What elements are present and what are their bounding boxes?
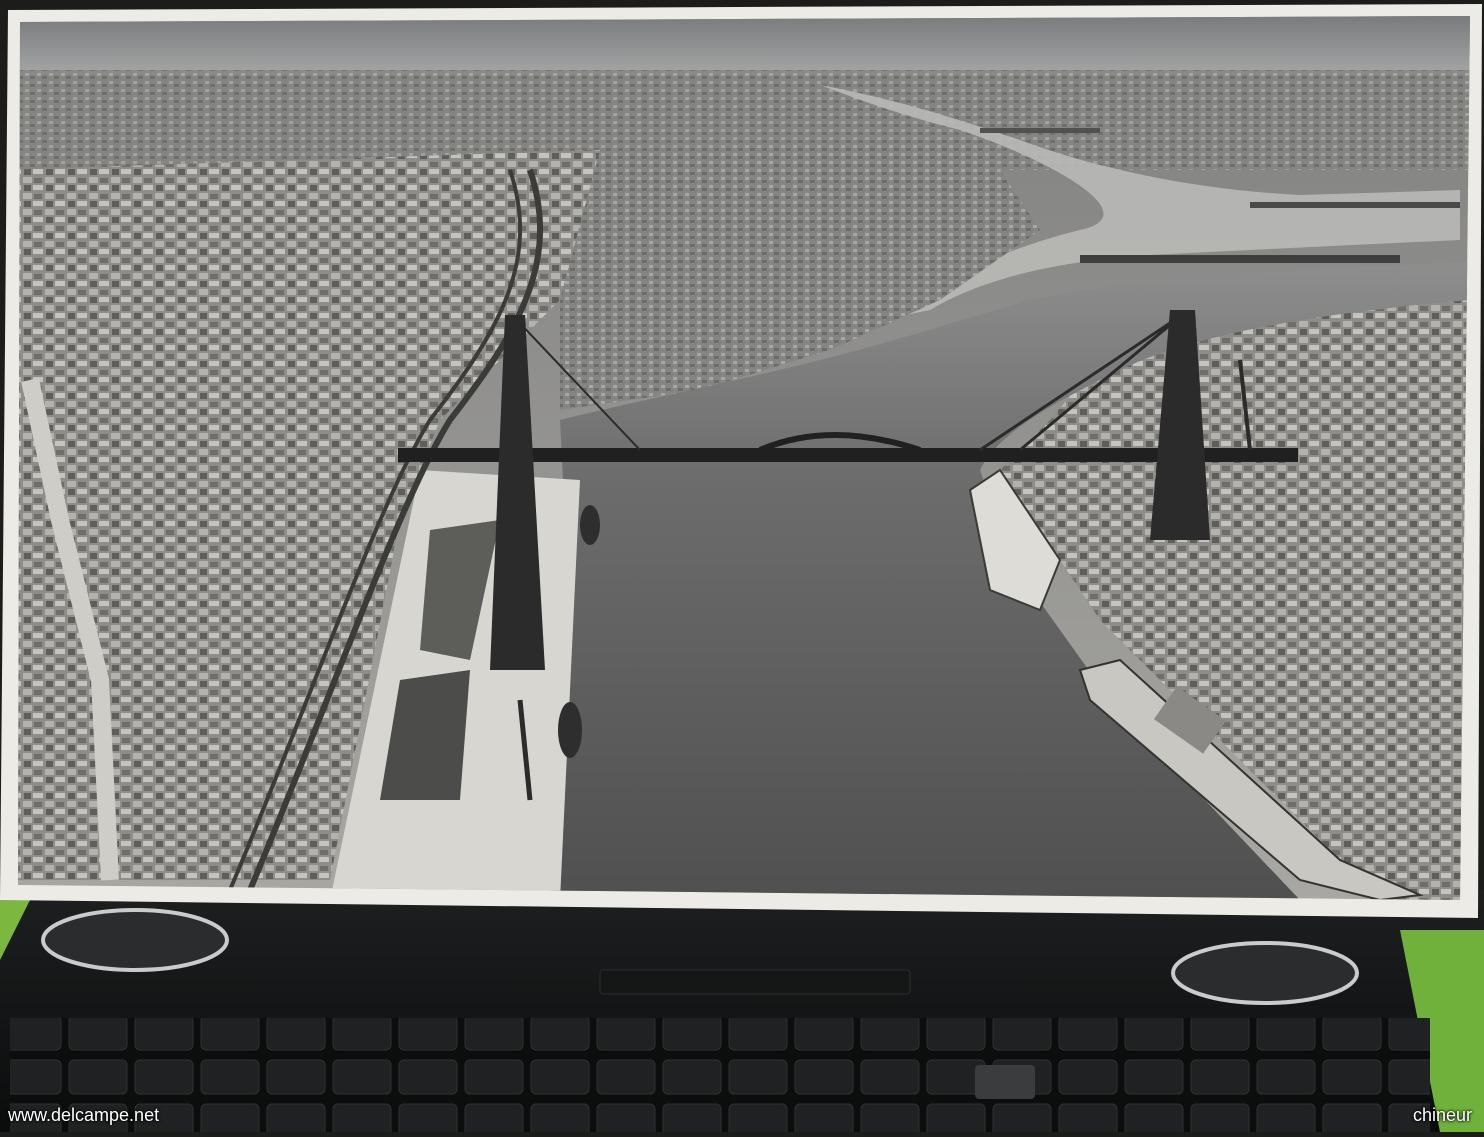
- fingerprint-key: [975, 1065, 1035, 1099]
- watermark-left: www.delcampe.net: [8, 1105, 160, 1125]
- scene-illustration: [0, 4, 1484, 1132]
- aerial-photograph: [18, 16, 1470, 900]
- tugboat-2: [580, 505, 600, 545]
- far-bridge-2: [1250, 202, 1460, 208]
- tugboat-1: [558, 702, 582, 758]
- photo-card: [0, 4, 1482, 918]
- far-bridge-3: [980, 128, 1100, 133]
- media-key-strip: [599, 969, 911, 995]
- watermark-right: chineur: [1412, 1105, 1472, 1125]
- photo-scene: www.delcampe.net chineur: [0, 0, 1484, 1132]
- far-bridge-1: [1080, 255, 1400, 263]
- speaker-grille-left: [41, 908, 229, 972]
- laptop: [0, 890, 1484, 1132]
- keyboard: [10, 1018, 1430, 1132]
- speaker-grille-right: [1171, 941, 1359, 1005]
